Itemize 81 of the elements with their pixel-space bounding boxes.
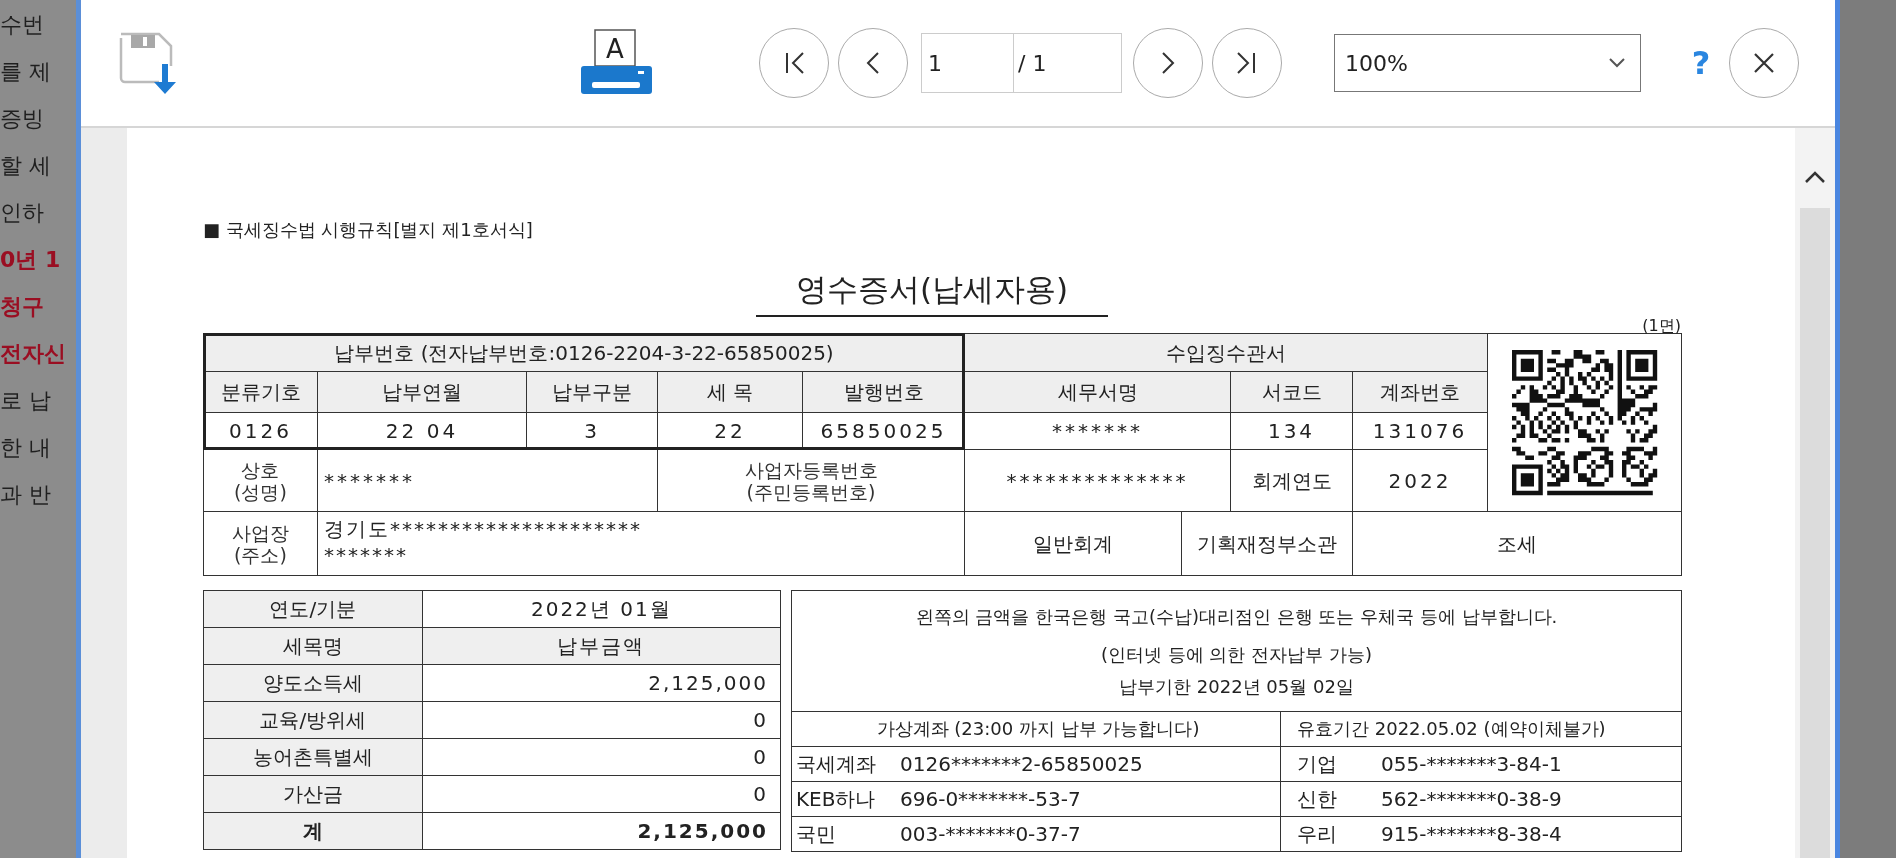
bank-name: 신한: [1297, 785, 1338, 813]
table-cell: 2,125,000: [422, 813, 781, 850]
header-cell: 서코드: [1231, 372, 1353, 413]
table-cell: 납부금액: [422, 628, 781, 665]
field-label: 상호 (성명): [204, 450, 318, 512]
header-cell: 납부연월: [318, 372, 527, 413]
scrollbar[interactable]: [1795, 128, 1835, 858]
table-cell: 연도/기분: [204, 591, 423, 628]
table-cell: 농어촌특별세: [204, 739, 423, 776]
page-number-field[interactable]: 1: [921, 33, 1013, 93]
background-text: 로 납: [0, 387, 51, 415]
account-number: 562-*******0-38-9: [1381, 787, 1562, 811]
chevron-down-icon: [1608, 57, 1626, 69]
table-cell: 0: [422, 739, 781, 776]
table-cell: 기획재정부소관: [1182, 512, 1353, 576]
table-cell: *******: [318, 450, 658, 512]
help-button[interactable]: ?: [1686, 44, 1716, 82]
table-cell: 경기도********************* *******: [318, 512, 965, 576]
account-number: 055-*******3-84-1: [1381, 752, 1562, 776]
table-cell: *******: [965, 413, 1231, 450]
header-cell-text: 유효기간 2022.05.02 (예약이체불가): [1296, 717, 1607, 741]
background-text: 인하: [0, 199, 44, 227]
background-text: 전자신: [0, 340, 66, 368]
payment-notice: (인터넷 등에 의한 전자납부 가능): [1101, 643, 1372, 667]
table-cell: 계: [204, 813, 423, 850]
background-text: 한 내: [0, 434, 51, 462]
payment-deadline: 납부기한 2022년 05월 02일: [1119, 675, 1354, 699]
background-text: 0년 1: [0, 246, 61, 274]
table-cell: 0: [422, 702, 781, 739]
scroll-up-icon[interactable]: [1804, 170, 1826, 184]
header-cell: 분류기호: [204, 372, 318, 413]
header-cell: 세무서명: [965, 372, 1231, 413]
table-cell: 131076: [1353, 413, 1488, 450]
field-label: 회계연도: [1231, 450, 1353, 512]
background-text: 수번: [0, 11, 44, 39]
background-text: 과 반: [0, 481, 51, 509]
background-text: 증빙: [0, 105, 44, 133]
print-button[interactable]: A: [580, 28, 653, 98]
account-number: 696-0*******-53-7: [900, 787, 1081, 811]
table-cell: 65850025: [803, 413, 965, 450]
field-label: 사업장 (주소): [204, 512, 318, 576]
page-label: (1면): [1642, 319, 1681, 333]
receipt-title: 영수증서(납세자용): [755, 269, 1109, 317]
bank-name: 기업: [1297, 750, 1338, 778]
table-cell: 조세: [1353, 512, 1682, 576]
zoom-dropdown[interactable]: 100%: [1334, 34, 1641, 92]
field-label: 사업자등록번호 (주민등록번호): [658, 450, 965, 512]
header-cell: 납부번호 (전자납부번호:0126-2204-3-22-65850025): [204, 334, 965, 372]
header-cell: 계좌번호: [1353, 372, 1488, 413]
table-cell: 0: [422, 776, 781, 813]
bank-name: 국세계좌: [796, 750, 877, 778]
table-cell: 22 04: [318, 413, 527, 450]
form-reference: ■ 국세징수법 시행규칙[별지 제1호서식]: [203, 218, 534, 242]
header-cell: 발행번호: [803, 372, 965, 413]
bank-name: 국민: [796, 820, 837, 848]
table-cell: 교육/방위세: [204, 702, 423, 739]
payment-notice: 왼쪽의 금액을 한국은행 국고(수납)대리점인 은행 또는 우체국 등에 납부합니다.: [915, 605, 1558, 629]
table-cell: 2,125,000: [422, 665, 781, 702]
bank-name: KEB하나: [796, 785, 877, 813]
page-total: / 1: [1013, 33, 1122, 93]
table-cell: 2022: [1353, 450, 1488, 512]
table-cell: **************: [965, 450, 1231, 512]
account-number: 003-*******0-37-7: [900, 822, 1081, 846]
table-cell: 22: [658, 413, 803, 450]
background-text: 를 제: [0, 58, 51, 86]
table-cell: 세목명: [204, 628, 423, 665]
account-number: 915-*******8-38-4: [1381, 822, 1562, 846]
table-cell: 일반회계: [965, 512, 1182, 576]
header-cell: 납부구분: [527, 372, 658, 413]
table-cell: 가산금: [204, 776, 423, 813]
background-text: 청구: [0, 293, 44, 321]
background-text: 할 세: [0, 152, 51, 180]
header-cell: 세 목: [658, 372, 803, 413]
table-cell: 양도소득세: [204, 665, 423, 702]
account-number: 0126*******2-65850025: [900, 752, 1143, 776]
header-cell: 가상계좌 (23:00 까지 납부 가능합니다): [792, 712, 1281, 746]
table-cell: 134: [1231, 413, 1353, 450]
header-cell: 수입징수관서: [965, 334, 1488, 372]
bank-name: 우리: [1297, 820, 1338, 848]
table-cell: 3: [527, 413, 658, 450]
table-cell: 0126: [204, 413, 318, 450]
